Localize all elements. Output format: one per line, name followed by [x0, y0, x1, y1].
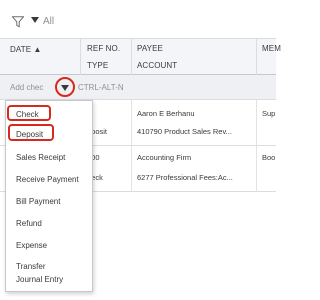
menu-item-bill-payment[interactable]: Bill Payment	[16, 197, 60, 206]
col-ref-no[interactable]: REF NO.	[87, 44, 120, 53]
column-divider	[131, 38, 132, 75]
add-transaction-dropdown-button[interactable]	[55, 77, 75, 97]
deposit-highlight-box	[8, 124, 54, 141]
account-cell: 6277 Professional Fees:Ac...	[137, 173, 233, 182]
keyboard-shortcut-hint: CTRL-ALT-N	[78, 83, 124, 92]
payee-cell: Accounting Firm	[137, 153, 192, 162]
account-cell: 410790 Product Sales Rev...	[137, 127, 232, 136]
filter-icon[interactable]	[12, 16, 24, 28]
menu-item-receive-payment[interactable]: Receive Payment	[16, 175, 79, 184]
menu-item-journal-entry[interactable]: Journal Entry	[16, 275, 63, 284]
col-date[interactable]: DATE ▲	[10, 45, 41, 54]
menu-item-expense[interactable]: Expense	[16, 241, 47, 250]
table-header: DATE ▲ REF NO. TYPE PAYEE ACCOUNT MEM	[0, 38, 281, 75]
filter-label[interactable]: All	[43, 16, 54, 27]
add-check-label[interactable]: Add chec	[10, 83, 43, 92]
column-divider	[256, 38, 257, 75]
add-transaction-row: Add chec	[0, 75, 276, 100]
payee-cell: Aaron E Berhanu	[137, 109, 195, 118]
menu-item-sales-receipt[interactable]: Sales Receipt	[16, 153, 65, 162]
filter-bar: All	[0, 0, 276, 38]
column-divider	[80, 38, 81, 75]
col-type[interactable]: TYPE	[87, 61, 108, 70]
memo-cell: Sup	[262, 109, 276, 118]
memo-cell: Boo	[262, 153, 276, 162]
column-divider	[131, 100, 132, 192]
col-memo[interactable]: MEM	[262, 44, 281, 53]
menu-item-refund[interactable]: Refund	[16, 219, 42, 228]
col-account[interactable]: ACCOUNT	[137, 61, 177, 70]
col-payee[interactable]: PAYEE	[137, 44, 163, 53]
column-divider	[256, 100, 257, 192]
menu-item-transfer[interactable]: Transfer	[16, 262, 46, 271]
filter-dropdown-icon[interactable]	[31, 17, 39, 23]
check-highlight-box	[7, 105, 51, 121]
